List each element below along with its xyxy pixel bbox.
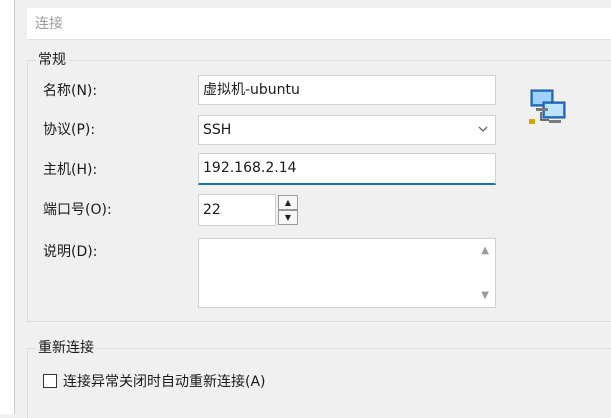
chevron-down-icon[interactable] [477,116,489,154]
port-field[interactable]: 22 [198,194,276,226]
spin-down-icon[interactable]: ▼ [278,210,298,225]
protocol-select-value: SSH [203,122,232,138]
host-label: 主机(H): [43,162,98,178]
page-title: 连接 [27,8,611,40]
name-label: 名称(N): [43,83,98,99]
description-label: 说明(D): [43,244,98,260]
port-label: 端口号(O): [43,202,112,218]
name-field[interactable]: 虚拟机-ubuntu [198,75,496,105]
host-field[interactable]: 192.168.2.14 [198,153,496,185]
network-computers-icon [527,84,569,126]
auto-reconnect-checkbox[interactable] [43,374,57,388]
scroll-up-icon[interactable]: ▲ [481,245,489,256]
general-group-title: 常规 [36,50,68,70]
scroll-down-icon[interactable]: ▼ [481,290,489,301]
connection-panel: 连接 常规 名称(N): 虚拟机-ubuntu 协议(P): SSH 主机(H)… [27,0,611,418]
protocol-label: 协议(P): [43,122,96,138]
auto-reconnect-label[interactable]: 连接异常关闭时自动重新连接(A) [63,371,266,391]
reconnect-group-title: 重新连接 [36,338,96,358]
description-field[interactable]: ▲ ▼ [198,238,496,308]
left-edge-strip [0,0,15,414]
protocol-select[interactable]: SSH [198,115,496,145]
spin-up-icon[interactable]: ▲ [278,195,298,210]
